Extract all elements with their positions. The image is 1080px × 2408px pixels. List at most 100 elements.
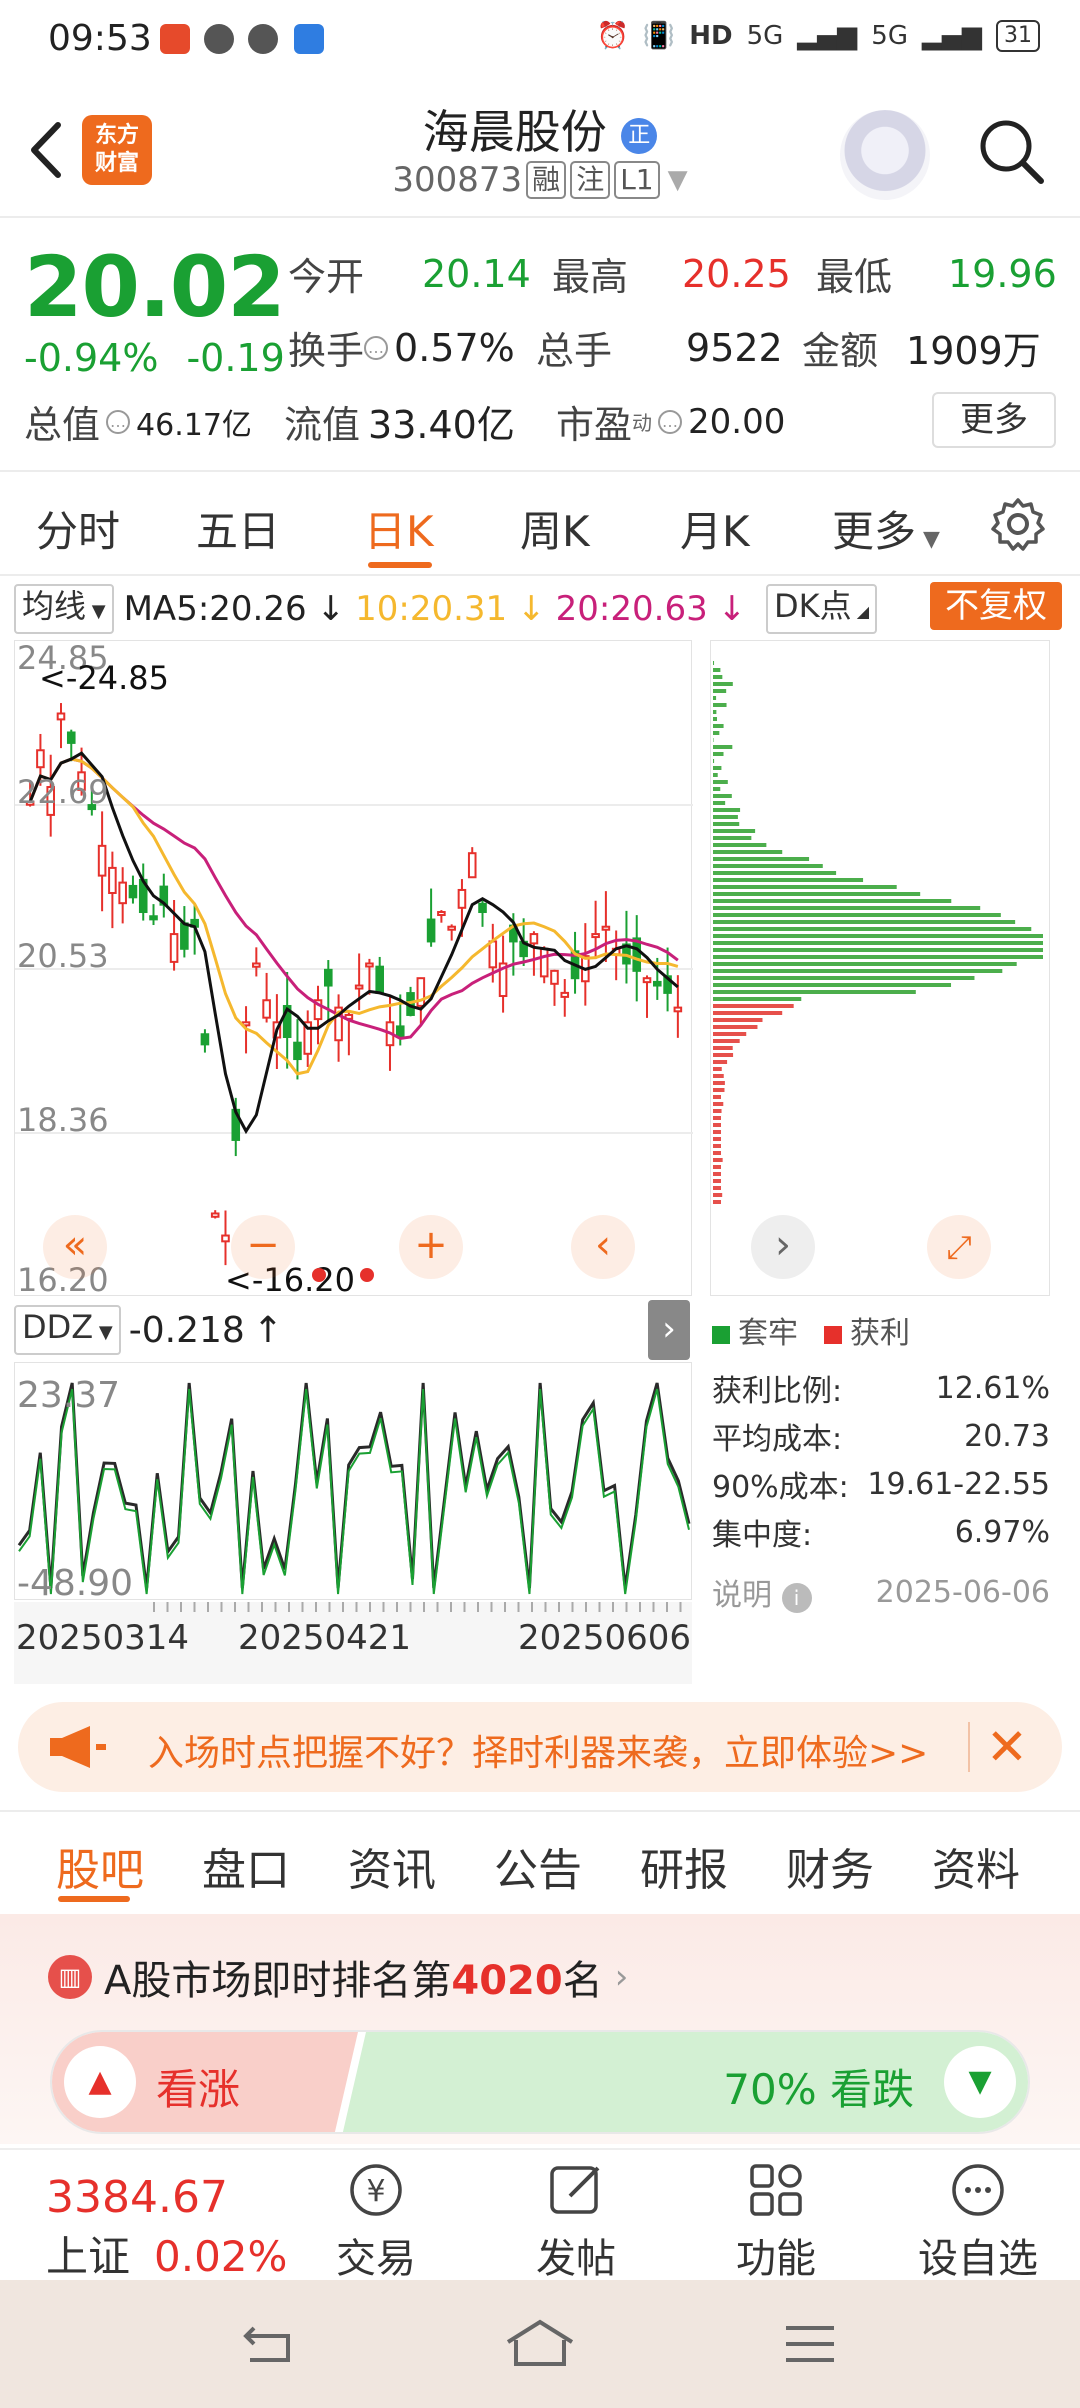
profit-label: 获利 bbox=[850, 1316, 910, 1351]
pe-value: 20.00 bbox=[688, 401, 786, 442]
vote-down-label[interactable]: 70% 看跌 bbox=[723, 2056, 914, 2117]
chip-note-row: 说明 i 2025-06-06 bbox=[712, 1570, 1050, 1614]
kline-chart[interactable]: 24.85 22.69 20.53 18.36 16.20 <-24.85 <-… bbox=[14, 639, 693, 1299]
add-watchlist-button[interactable]: 设自选 bbox=[908, 2160, 1048, 2284]
network-label: 5G bbox=[746, 21, 784, 51]
chip-bar bbox=[713, 822, 740, 826]
chip-bar bbox=[713, 1088, 725, 1092]
rank-icon: ▥ bbox=[48, 1955, 92, 1999]
caret-down-icon[interactable]: ▼ bbox=[668, 165, 688, 195]
chip-bar bbox=[713, 1193, 723, 1197]
tab-monthly-k[interactable]: 月K bbox=[680, 498, 750, 559]
chip-bar bbox=[713, 787, 721, 791]
scroll-left-button[interactable]: ‹ bbox=[571, 1215, 635, 1279]
event-dot[interactable] bbox=[312, 1268, 326, 1282]
ddz-legend-row: DDZ ▼ -0.218 ↑ bbox=[14, 1304, 283, 1356]
chip-bar bbox=[713, 850, 783, 854]
system-back-icon[interactable] bbox=[240, 2320, 300, 2368]
adjust-toggle-button[interactable]: 不复权 bbox=[930, 582, 1062, 630]
info-icon[interactable]: … bbox=[364, 335, 389, 360]
chip-bar bbox=[713, 1144, 721, 1148]
tab-intraday[interactable]: 分时 bbox=[36, 498, 120, 559]
vote-up-label[interactable]: 看涨 bbox=[156, 2056, 240, 2117]
candle-body bbox=[539, 947, 549, 978]
candle-body bbox=[66, 731, 76, 744]
chip-bar bbox=[713, 1172, 721, 1176]
chip-distribution[interactable]: › ⤢ bbox=[710, 640, 1050, 1296]
tab-daily-k[interactable]: 日K bbox=[364, 498, 434, 559]
promo-banner[interactable]: 入场时点把握不好？择时利器来袭，立即体验>> ✕ bbox=[18, 1702, 1062, 1792]
info-icon[interactable]: … bbox=[658, 409, 683, 434]
chart-settings-button[interactable] bbox=[990, 496, 1046, 556]
tab-announcements[interactable]: 公告 bbox=[494, 1834, 582, 1898]
date-start: 20250314 bbox=[16, 1618, 190, 1658]
more-quote-button[interactable]: 更多 bbox=[932, 392, 1056, 448]
zoom-out-button[interactable]: − bbox=[231, 1215, 295, 1279]
market-rank[interactable]: ▥ A股市场即时排名第4020名 › bbox=[48, 1948, 628, 2006]
vote-down-button[interactable]: ▼ bbox=[944, 2046, 1016, 2118]
chip-legend: 套牢 获利 bbox=[712, 1308, 910, 1352]
indicator-select[interactable]: 均线 ▼ bbox=[14, 584, 114, 634]
plus-icon: + bbox=[414, 1222, 448, 1268]
scroll-right-button[interactable]: › bbox=[751, 1215, 815, 1279]
ddz-expand-button[interactable]: › bbox=[648, 1300, 690, 1360]
candle-body bbox=[169, 933, 179, 963]
volume-value: 9522 bbox=[686, 325, 783, 370]
chat-app-icon bbox=[248, 24, 278, 54]
loss-label: 套牢 bbox=[738, 1316, 798, 1351]
more-circle-icon bbox=[952, 2164, 1004, 2216]
scroll-left-fast-button[interactable]: « bbox=[43, 1215, 107, 1279]
chip-bar bbox=[713, 696, 717, 700]
post-button[interactable]: 发帖 bbox=[506, 2160, 646, 2284]
expand-button[interactable]: ⤢ bbox=[927, 1215, 991, 1279]
search-button[interactable] bbox=[975, 115, 1047, 187]
ddz-label: DDZ bbox=[22, 1308, 94, 1346]
index-ticker[interactable]: 3384.67 上证 0.02% bbox=[46, 2172, 287, 2284]
ddz-select[interactable]: DDZ ▼ bbox=[14, 1305, 121, 1355]
dk-point-button[interactable]: DK点 ◢ bbox=[766, 584, 878, 634]
index-value: 3384.67 bbox=[46, 2172, 228, 2223]
minus-icon: − bbox=[246, 1222, 280, 1268]
candle-body bbox=[210, 1212, 220, 1218]
chip-note[interactable]: 说明 i bbox=[712, 1570, 812, 1614]
ddz-chart[interactable]: 23.37 -48.90 bbox=[14, 1362, 692, 1604]
tab-news[interactable]: 资讯 bbox=[348, 1834, 436, 1898]
chip-bar bbox=[713, 1151, 721, 1155]
tab-five-day[interactable]: 五日 bbox=[196, 498, 280, 559]
assistant-avatar[interactable] bbox=[840, 110, 930, 200]
tab-financials[interactable]: 财务 bbox=[786, 1834, 874, 1898]
candle-body bbox=[108, 866, 117, 894]
tab-guba[interactable]: 股吧 bbox=[56, 1834, 144, 1898]
vote-down-fill bbox=[342, 2032, 1028, 2132]
chip-bar bbox=[713, 969, 1003, 973]
high-value: 20.25 bbox=[682, 251, 791, 296]
candle-body bbox=[324, 968, 333, 987]
search-icon bbox=[980, 120, 1044, 184]
system-menu-icon[interactable] bbox=[782, 2320, 838, 2368]
chip-bar bbox=[713, 1004, 794, 1008]
vote-up-button[interactable]: ▲ bbox=[64, 2046, 136, 2118]
pe-dynamic-sup: 动 bbox=[632, 411, 653, 435]
event-dot[interactable] bbox=[360, 1268, 374, 1282]
chip-bar bbox=[713, 1130, 721, 1134]
info-icon[interactable]: … bbox=[106, 409, 131, 434]
chip-bar bbox=[713, 794, 732, 798]
chip-bar bbox=[713, 997, 802, 1001]
tab-more-periods[interactable]: 更多 ▼ bbox=[832, 498, 940, 559]
y-tick-4: 18.36 bbox=[17, 1101, 109, 1139]
zoom-in-button[interactable]: + bbox=[399, 1215, 463, 1279]
active-tab-indicator bbox=[368, 562, 432, 568]
chip-bar bbox=[713, 948, 1043, 952]
tab-order-book[interactable]: 盘口 bbox=[202, 1834, 290, 1898]
functions-button[interactable]: 功能 bbox=[706, 2160, 846, 2284]
sentiment-vote-bar: ▲ 看涨 70% 看跌 ▼ bbox=[50, 2030, 1030, 2134]
tab-weekly-k[interactable]: 周K bbox=[520, 498, 590, 559]
rank-number: 4020 bbox=[451, 1958, 563, 2004]
tab-research[interactable]: 研报 bbox=[640, 1834, 728, 1898]
system-home-icon[interactable] bbox=[504, 2316, 576, 2372]
trade-button[interactable]: ¥ 交易 bbox=[306, 2160, 446, 2284]
tab-profile[interactable]: 资料 bbox=[932, 1834, 1020, 1898]
banner-close-button[interactable]: ✕ bbox=[986, 1718, 1028, 1776]
corner-caret-icon: ◢ bbox=[851, 602, 870, 621]
chip-svg bbox=[713, 661, 1043, 1204]
